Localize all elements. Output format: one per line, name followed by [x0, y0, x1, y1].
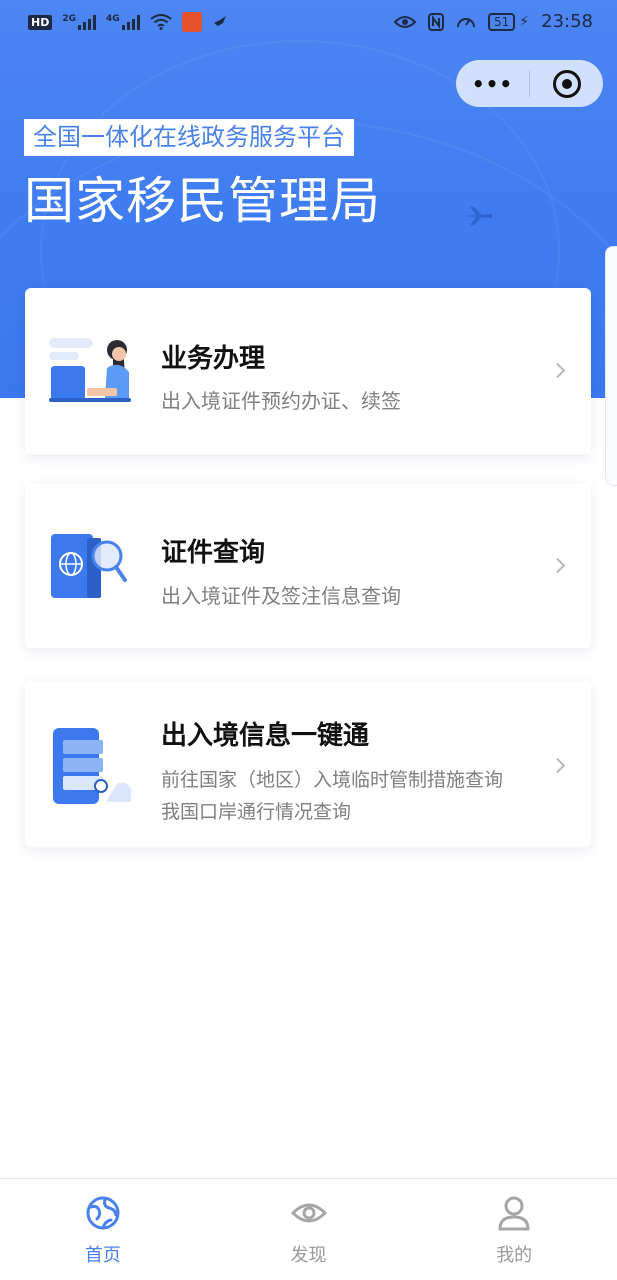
card-description: 出入境证件预约办证、续签: [161, 389, 401, 413]
tab-label: 首页: [84, 1245, 121, 1266]
hd-indicator: HD: [28, 14, 53, 30]
phone-info-icon: [53, 728, 131, 804]
signal-bars-icon: [78, 14, 96, 30]
card-document-query[interactable]: 证件查询 出入境证件及签注信息查询: [25, 484, 591, 648]
chevron-right-icon: [549, 362, 566, 379]
card-description: 我国口岸通行情况查询: [161, 801, 352, 823]
signal-2g: 2G: [62, 14, 96, 30]
signal-bars-icon: [121, 14, 140, 30]
signal-4g: 4G: [106, 14, 140, 30]
card-title: 出入境信息一键通: [161, 721, 370, 751]
close-button[interactable]: [530, 69, 603, 98]
page-title: 国家移民管理局: [24, 172, 381, 230]
card-description: 前往国家（地区）入境临时管制措施查询: [161, 769, 504, 791]
network-4g-label: 4G: [106, 14, 120, 24]
nfc-icon: [428, 12, 444, 31]
tab-label: 发现: [290, 1245, 327, 1266]
status-bar: HD 2G 4G 51 ⚡ 23:58: [0, 0, 617, 46]
clock: 23:58: [541, 11, 593, 32]
card-entry-exit-info[interactable]: 出入境信息一键通 前往国家（地区）入境临时管制措施查询 我国口岸通行情况查询: [25, 682, 591, 847]
battery-indicator: 51: [488, 12, 516, 31]
card-business-service[interactable]: 业务办理 出入境证件预约办证、续签: [25, 288, 591, 454]
airplane-icon: [464, 207, 492, 225]
side-drawer-handle[interactable]: [605, 246, 617, 486]
user-icon: [498, 1196, 530, 1231]
globe-icon: [86, 1196, 120, 1230]
app-notification-icon: [181, 12, 202, 32]
business-service-icon: [49, 338, 131, 402]
chevron-right-icon: [549, 557, 566, 574]
bottom-tab-bar: 首页 发现 我的: [0, 1178, 617, 1280]
bird-icon: [213, 16, 226, 26]
tab-label: 我的: [496, 1245, 533, 1266]
miniprogram-capsule: •••: [456, 60, 603, 107]
platform-subtitle: 全国一体化在线政务服务平台: [24, 119, 354, 156]
tab-home[interactable]: 首页: [0, 1179, 206, 1280]
card-title: 业务办理: [161, 344, 266, 374]
charging-icon: ⚡: [519, 13, 530, 30]
network-2g-label: 2G: [62, 14, 76, 24]
chevron-right-icon: [549, 757, 566, 774]
tab-discover[interactable]: 发现: [206, 1179, 412, 1280]
eye-icon: [290, 1203, 327, 1223]
wifi-icon: [150, 14, 172, 30]
card-description: 出入境证件及签注信息查询: [161, 584, 401, 608]
close-circle-icon: [552, 69, 581, 98]
more-button[interactable]: •••: [456, 72, 529, 96]
speed-icon: [457, 17, 475, 27]
card-title: 证件查询: [161, 538, 266, 568]
tab-mine[interactable]: 我的: [411, 1179, 617, 1280]
eye-comfort-icon: [394, 15, 416, 28]
passport-search-icon: [51, 534, 127, 598]
